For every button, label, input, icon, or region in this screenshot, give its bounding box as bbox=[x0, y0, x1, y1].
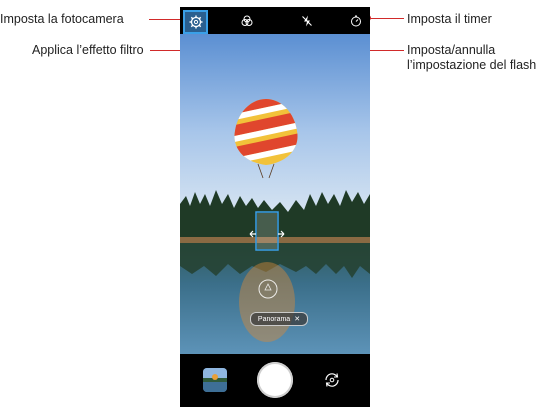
camera-preview: Panorama ✕ bbox=[180, 34, 370, 354]
callout-flash-line2: l’impostazione del flash bbox=[407, 58, 537, 72]
panorama-mode-chip[interactable]: Panorama ✕ bbox=[250, 312, 308, 326]
flash-off-icon bbox=[302, 15, 312, 27]
flash-button[interactable] bbox=[299, 13, 315, 29]
timer-icon bbox=[351, 15, 361, 27]
timer-button[interactable] bbox=[348, 13, 364, 29]
close-icon[interactable]: ✕ bbox=[294, 315, 300, 323]
preview-image bbox=[180, 34, 370, 354]
camera-top-bar bbox=[180, 7, 370, 34]
panorama-label: Panorama bbox=[257, 315, 291, 323]
camera-bottom-bar bbox=[180, 354, 370, 407]
callout-camera-settings: Imposta la fotocamera bbox=[0, 12, 124, 26]
callout-timer: Imposta il timer bbox=[407, 12, 492, 26]
filter-icon bbox=[241, 15, 253, 26]
switch-camera-icon bbox=[325, 373, 339, 387]
callout-flash-line1: Imposta/annulla bbox=[407, 43, 496, 57]
camera-screen: Panorama ✕ bbox=[180, 7, 370, 407]
settings-button[interactable] bbox=[183, 10, 208, 34]
switch-camera-button[interactable] bbox=[320, 368, 344, 392]
gear-icon bbox=[189, 15, 202, 29]
filter-button[interactable] bbox=[239, 13, 255, 29]
gallery-thumbnail[interactable] bbox=[203, 368, 227, 392]
shutter-button[interactable] bbox=[257, 362, 293, 398]
gallery-preview-image bbox=[203, 368, 227, 392]
callout-filter-effect: Applica l’effetto filtro bbox=[32, 43, 144, 57]
callout-line-timer bbox=[370, 18, 404, 19]
callout-line-settings bbox=[149, 19, 184, 20]
